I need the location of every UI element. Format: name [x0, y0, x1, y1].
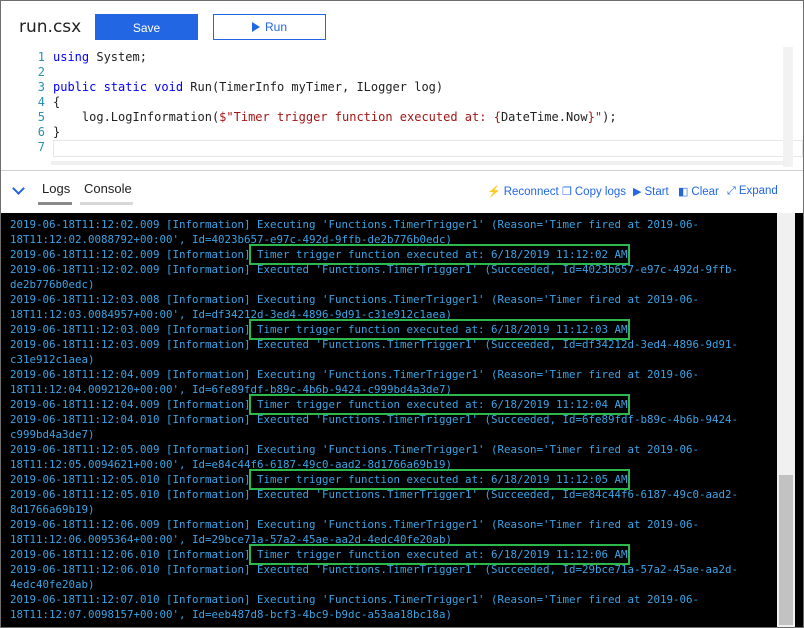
log-line: 2019-06-18T11:12:04.009 [Information] Ti… [10, 398, 628, 411]
code-token: using [53, 50, 90, 64]
file-name: run.csx [19, 17, 82, 37]
code-token: public static void [53, 80, 184, 94]
line-number: 1 [37, 50, 45, 64]
editor-horizontal-scrollbar[interactable] [51, 161, 786, 165]
code-line[interactable]: 6} [25, 125, 795, 140]
code-line[interactable]: 7 [25, 140, 795, 155]
log-output-panel[interactable]: 2019-06-18T11:12:02.009 [Information] Ex… [1, 213, 803, 627]
code-token: { [53, 95, 61, 109]
line-number: 5 [37, 110, 45, 124]
reconnect-button[interactable]: ⚡ Reconnect [487, 185, 559, 198]
log-line: 2019-06-18T11:12:03.008 [Information] Ex… [10, 293, 700, 306]
tab-logs[interactable]: Logs [42, 181, 70, 196]
code-editor[interactable]: 1 using System; 2 3 public static void Run(T… [25, 47, 803, 165]
tab-console[interactable]: Console [84, 181, 132, 196]
log-line: 4edc40fe20ab) [10, 578, 95, 591]
log-line: 2019-06-18T11:12:05.009 [Information] Ex… [10, 443, 700, 456]
log-line: 2019-06-18T11:12:05.010 [Information] Ti… [10, 473, 628, 486]
code-line[interactable]: 4{ [25, 95, 795, 110]
log-line: 2019-06-18T11:12:06.010 [Information] Ex… [10, 563, 739, 576]
code-line[interactable]: 5 log.LogInformation($"Timer trigger fun… [25, 110, 795, 125]
log-line: 2019-06-18T11:12:02.009 [Information] Ti… [10, 248, 628, 261]
code-token: Run(TimerInfo myTimer, ILogger log) [183, 80, 444, 94]
editor-scrollbar[interactable] [783, 47, 793, 167]
code-line[interactable]: 2 [25, 65, 795, 80]
log-line: c31e912c1aea) [10, 353, 95, 366]
line-number: 2 [37, 65, 45, 79]
start-label: Start [644, 186, 669, 198]
line-number: 6 [37, 125, 45, 139]
code-token: ); [602, 110, 617, 124]
collapse-chevron-icon[interactable] [12, 182, 25, 195]
log-line: 18T11:12:04.0092120+00:00', Id=6fe89fdf-… [10, 383, 453, 396]
code-token: log.LogInformation( [53, 110, 220, 124]
log-line: 8d1766a69b19) [10, 503, 95, 516]
code-token: $"Timer trigger function executed at: { [219, 110, 501, 124]
play-icon: ▶ [633, 186, 642, 198]
log-line: 18T11:12:06.0095364+00:00', Id=29bce71a-… [10, 533, 453, 546]
editor-divider [1, 170, 803, 171]
log-line: c999bd4a3de7) [10, 428, 95, 441]
copy-logs-button[interactable]: ❐ Copy logs [562, 185, 626, 198]
tab-logs-underline [38, 202, 72, 205]
copy-logs-label: Copy logs [574, 186, 627, 198]
save-button[interactable]: Save [95, 14, 198, 40]
log-line: 2019-06-18T11:12:05.010 [Information] Ex… [10, 488, 739, 501]
reconnect-label: Reconnect [503, 186, 559, 198]
log-scrollbar-thumb[interactable] [779, 475, 793, 625]
code-token: System; [89, 50, 147, 64]
log-line: 18T11:12:07.0098157+00:00', Id=eeb487d8-… [10, 608, 453, 621]
eraser-icon: ◧ [678, 186, 689, 198]
clear-button[interactable]: ◧ Clear [678, 185, 719, 198]
log-line: 18T11:12:05.0094621+00:00', Id=e84c44f6-… [10, 458, 453, 471]
log-line: 2019-06-18T11:12:02.009 [Information] Ex… [10, 263, 739, 276]
expand-icon: ⤢ [727, 185, 736, 197]
start-button[interactable]: ▶ Start [633, 185, 669, 198]
line-number: 3 [37, 80, 45, 94]
log-line: de2b776b0edc) [10, 278, 95, 291]
code-line[interactable]: 3 public static void Run(TimerInfo myTime… [25, 80, 795, 95]
log-line: 2019-06-18T11:12:06.009 [Information] Ex… [10, 518, 700, 531]
log-line: 18T11:12:03.0084957+00:00', Id=df34212d-… [10, 308, 453, 321]
copy-icon: ❐ [562, 186, 572, 198]
plug-icon: ⚡ [487, 186, 501, 198]
log-line: 2019-06-18T11:12:07.010 [Information] Ex… [10, 593, 700, 606]
run-button[interactable]: Run [213, 14, 326, 40]
line-number: 7 [37, 140, 45, 154]
log-line: 2019-06-18T11:12:02.009 [Information] Ex… [10, 218, 700, 231]
code-token: DateTime.Now [500, 110, 588, 124]
tab-console-underline [80, 202, 133, 205]
code-token: } [53, 125, 61, 139]
line-number: 4 [37, 95, 45, 109]
run-button-label: Run [264, 20, 287, 34]
expand-label: Expand [738, 185, 778, 197]
log-line: 2019-06-18T11:12:03.009 [Information] Ex… [10, 338, 739, 351]
log-line: 2019-06-18T11:12:03.009 [Information] Ti… [10, 323, 628, 336]
log-line: 18T11:12:02.0088792+00:00', Id=4023b657-… [10, 233, 453, 246]
clear-label: Clear [691, 186, 719, 198]
log-line: 2019-06-18T11:12:04.010 [Information] Ex… [10, 413, 739, 426]
expand-button[interactable]: ⤢ Expand [727, 185, 778, 198]
play-icon [251, 22, 260, 32]
function-editor-window: run.csx Save Run 1 using System; 2 3 public … [0, 0, 804, 628]
code-token: }" [587, 110, 603, 124]
log-line: 2019-06-18T11:12:06.010 [Information] Ti… [10, 548, 628, 561]
code-line[interactable]: 1 using System; [25, 50, 795, 65]
log-line: 2019-06-18T11:12:04.009 [Information] Ex… [10, 368, 700, 381]
